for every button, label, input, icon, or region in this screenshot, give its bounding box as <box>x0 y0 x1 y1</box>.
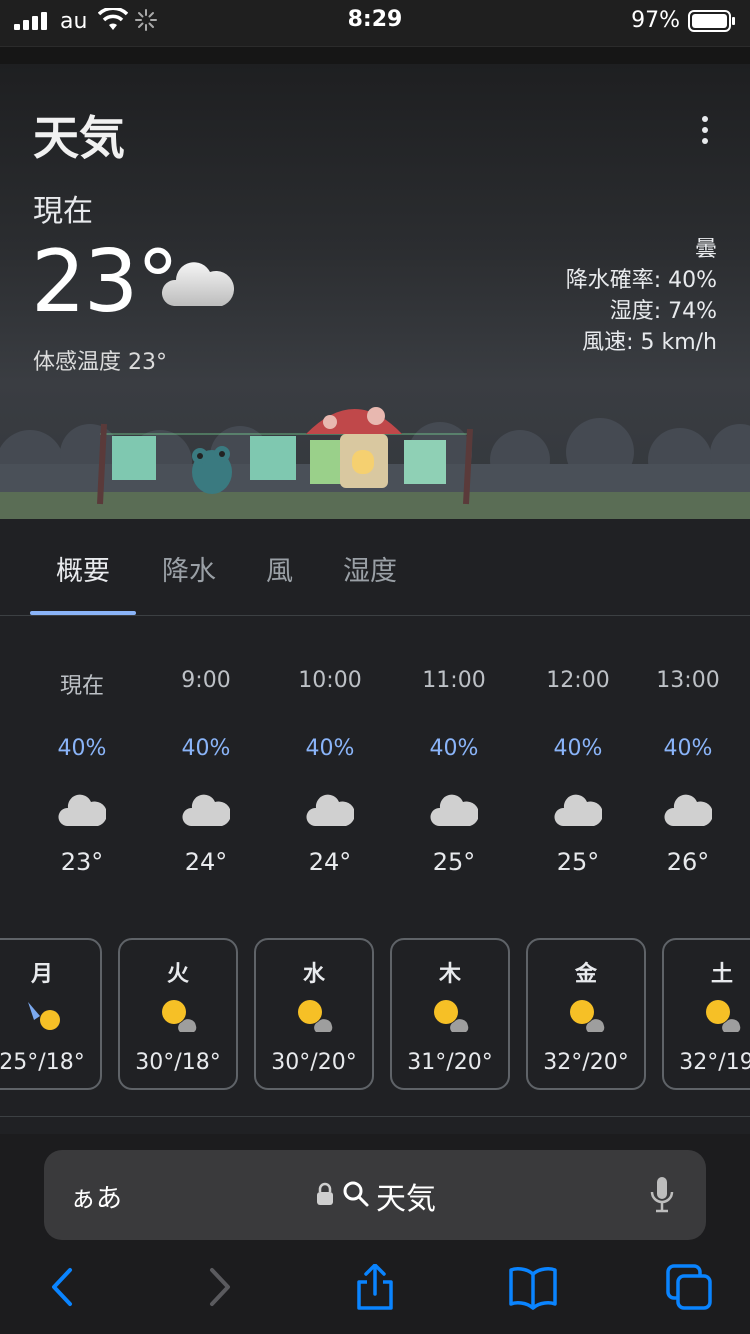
sun-cloud-icon <box>162 1000 197 1032</box>
hour-temp: 25° <box>432 848 476 876</box>
day-name: 水 <box>302 962 325 987</box>
humidity-value: 湿度: 74% <box>609 299 717 324</box>
current-temperature: 23° <box>31 232 179 332</box>
conditions-panel: 曇 降水確率: 40% 湿度: 74% 風速: 5 km/h <box>566 234 717 358</box>
hour-temp: 24° <box>308 848 352 876</box>
microphone-icon[interactable] <box>650 1176 674 1214</box>
day-card[interactable]: 金 32°/20° <box>526 938 646 1090</box>
address-text: 天気 <box>376 1182 436 1217</box>
hour-precip: 40% <box>305 736 355 761</box>
day-name: 火 <box>166 962 189 987</box>
tab-humidity[interactable]: 湿度 <box>343 549 397 588</box>
active-tab-indicator <box>30 611 136 615</box>
cloud-icon <box>554 794 602 826</box>
cloud-icon <box>306 794 354 826</box>
sun-cloud-icon <box>298 1000 333 1032</box>
page-title: 天気 <box>33 111 125 165</box>
day-name: 土 <box>710 962 733 987</box>
text-size-button[interactable]: ぁあ <box>70 1178 122 1215</box>
lock-icon <box>317 1182 333 1205</box>
hour-precip: 40% <box>553 736 603 761</box>
day-name: 木 <box>438 962 461 987</box>
day-range: 30°/20° <box>271 1050 357 1075</box>
day-card[interactable]: 土 32°/19° <box>662 938 750 1090</box>
cloud-icon <box>664 794 712 826</box>
day-range: 32°/19° <box>679 1050 750 1075</box>
day-range: 32°/20° <box>543 1050 629 1075</box>
day-card[interactable]: 水 30°/20° <box>254 938 374 1090</box>
section-divider <box>0 1116 750 1117</box>
hour-precip: 40% <box>57 736 107 761</box>
status-bar: au 8:29 97% <box>0 0 750 46</box>
tab-wind[interactable]: 風 <box>266 549 293 588</box>
day-range: 25°/18° <box>0 1050 85 1075</box>
day-name: 月 <box>30 962 53 987</box>
hour-precip: 40% <box>663 736 713 761</box>
rain-sun-icon <box>28 1002 60 1030</box>
back-button[interactable] <box>42 1264 86 1310</box>
forward-button[interactable] <box>196 1264 240 1310</box>
day-name: 金 <box>574 962 597 987</box>
cloud-icon <box>58 794 106 826</box>
hour-time: 9:00 <box>181 668 231 693</box>
tabs-button[interactable] <box>666 1264 714 1310</box>
hour-time: 10:00 <box>298 668 362 693</box>
hour-temp: 23° <box>60 848 104 876</box>
dot-icon <box>702 127 708 133</box>
day-card[interactable]: 火 30°/18° <box>118 938 238 1090</box>
day-card[interactable]: 木 31°/20° <box>390 938 510 1090</box>
hour-time: 12:00 <box>546 668 610 693</box>
dot-icon <box>702 138 708 144</box>
tab-precipitation[interactable]: 降水 <box>162 549 216 588</box>
tab-overview[interactable]: 概要 <box>56 549 110 588</box>
weather-hero: 天気 現在 23° 体感温度 23° 曇 降水確率: 40% 湿度: 74% 風… <box>0 64 750 519</box>
precipitation-probability: 降水確率: 40% <box>565 268 717 293</box>
day-card[interactable]: 月 25°/18° <box>0 938 102 1090</box>
dot-icon <box>702 116 708 122</box>
address-bar[interactable]: ぁあ 天気 <box>44 1150 706 1240</box>
hour-temp: 26° <box>666 848 710 876</box>
cloud-icon <box>162 262 234 306</box>
wind-speed: 風速: 5 km/h <box>582 330 717 355</box>
hourly-forecast: 現在 40% 23° 9:00 40% 24° 10:00 40% 24° 11… <box>0 616 750 916</box>
search-icon <box>343 1181 369 1207</box>
sun-cloud-icon <box>570 1000 605 1032</box>
hour-time: 11:00 <box>422 668 486 693</box>
weather-illustration <box>0 407 750 519</box>
cloud-icon <box>182 794 230 826</box>
daily-forecast: 月 25°/18° 火 30°/18° 水 30°/20° 木 31°/20° … <box>0 938 750 1094</box>
share-button[interactable] <box>353 1264 397 1310</box>
current-label: 現在 <box>33 194 93 229</box>
browser-top-strip <box>0 46 750 65</box>
bookmarks-button[interactable] <box>508 1264 558 1310</box>
sun-cloud-icon <box>434 1000 469 1032</box>
browser-toolbar: ぁあ 天気 <box>0 1134 750 1334</box>
feels-like: 体感温度 23° <box>33 350 167 375</box>
hour-temp: 24° <box>184 848 228 876</box>
more-options-button[interactable] <box>690 116 720 150</box>
battery-icon <box>688 10 735 32</box>
hour-time: 現在 <box>59 674 104 699</box>
cloud-icon <box>430 794 478 826</box>
tab-bar: 概要 降水 風 湿度 <box>0 519 750 616</box>
condition-text: 曇 <box>694 237 717 262</box>
hour-precip: 40% <box>181 736 231 761</box>
day-range: 30°/18° <box>135 1050 221 1075</box>
hour-precip: 40% <box>429 736 479 761</box>
hour-temp: 25° <box>556 848 600 876</box>
day-range: 31°/20° <box>407 1050 493 1075</box>
battery-percent: 97% <box>631 8 680 33</box>
sun-cloud-icon <box>706 1000 741 1032</box>
hour-time: 13:00 <box>656 668 720 693</box>
